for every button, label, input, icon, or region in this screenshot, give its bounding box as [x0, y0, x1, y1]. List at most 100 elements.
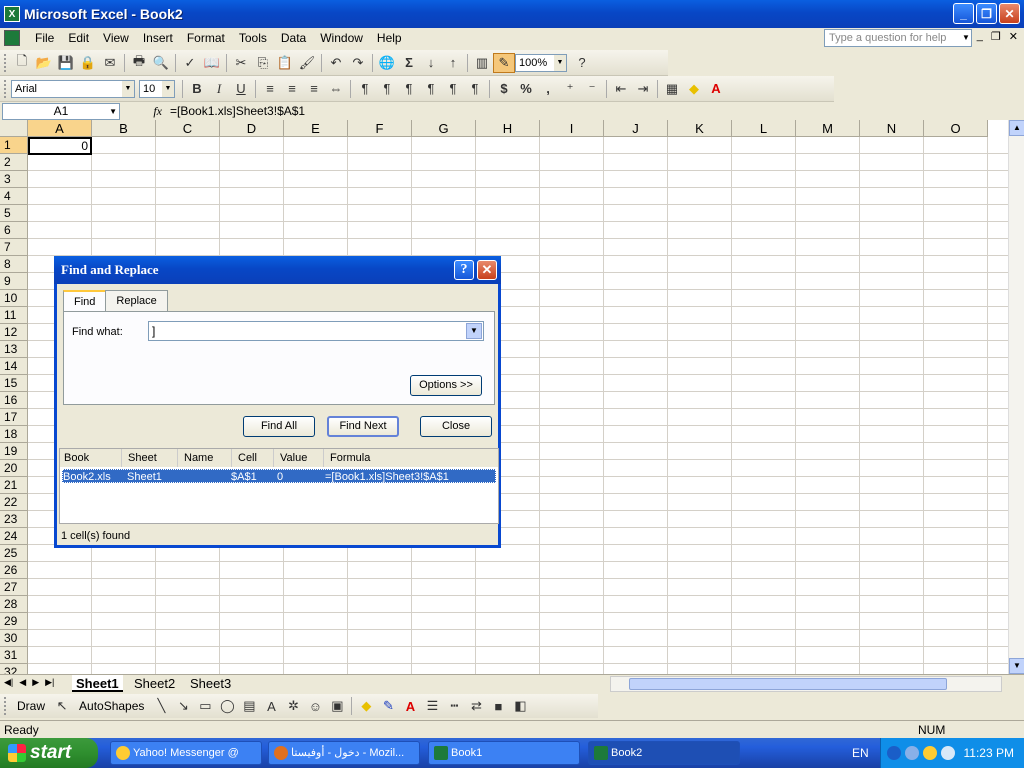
column-header[interactable]: D [220, 120, 284, 137]
workbook-icon[interactable] [4, 30, 20, 46]
italic-button[interactable]: I [208, 79, 230, 99]
menu-edit[interactable]: Edit [61, 31, 96, 45]
increase-decimal-icon[interactable]: ⁺ [559, 79, 581, 99]
borders-icon[interactable]: ▦ [661, 79, 683, 99]
decrease-decimal-icon[interactable]: ⁻ [581, 79, 603, 99]
row-header[interactable]: 22 [0, 494, 28, 511]
shadow-icon[interactable]: ■ [487, 696, 509, 716]
row-header[interactable]: 29 [0, 613, 28, 630]
chart-wizard-icon[interactable]: ▥ [471, 53, 493, 73]
text-box-icon[interactable]: ▤ [238, 696, 260, 716]
col-value[interactable]: Value [276, 449, 324, 467]
row-header[interactable]: 17 [0, 409, 28, 426]
ltr-icon[interactable]: ¶ [354, 79, 376, 99]
email-icon[interactable]: ✉ [99, 53, 121, 73]
horizontal-scroll-thumb[interactable] [629, 678, 947, 690]
column-header[interactable]: L [732, 120, 796, 137]
close-window-button[interactable]: ✕ [999, 3, 1020, 24]
toolbar-grip[interactable] [4, 697, 7, 715]
row-header[interactable]: 20 [0, 460, 28, 477]
format-painter-icon[interactable]: 🖌 [296, 53, 318, 73]
row-header[interactable]: 26 [0, 562, 28, 579]
restore-button[interactable]: ❐ [976, 3, 997, 24]
percent-button[interactable]: % [515, 79, 537, 99]
row-header[interactable]: 10 [0, 290, 28, 307]
row-header[interactable]: 27 [0, 579, 28, 596]
row-header[interactable]: 24 [0, 528, 28, 545]
col-book[interactable]: Book [60, 449, 122, 467]
menu-data[interactable]: Data [274, 31, 313, 45]
toolbar-grip[interactable] [4, 79, 7, 98]
row-header[interactable]: 14 [0, 358, 28, 375]
row-header[interactable]: 3 [0, 171, 28, 188]
menu-window[interactable]: Window [313, 31, 370, 45]
column-header[interactable]: G [412, 120, 476, 137]
column-header[interactable]: A [28, 120, 92, 137]
insert-function-icon[interactable]: fx [120, 104, 170, 119]
bold-button[interactable]: B [186, 79, 208, 99]
row-header[interactable]: 28 [0, 596, 28, 613]
3d-icon[interactable]: ◧ [509, 696, 531, 716]
column-header[interactable]: E [284, 120, 348, 137]
row-header[interactable]: 7 [0, 239, 28, 256]
comma-button[interactable]: , [537, 79, 559, 99]
text-direction-icon[interactable]: ¶ [442, 79, 464, 99]
paste-icon[interactable]: 📋 [274, 53, 296, 73]
draw-menu[interactable]: Draw [11, 699, 51, 713]
tab-find[interactable]: Find [63, 290, 107, 313]
spelling-icon[interactable]: ✓ [179, 53, 201, 73]
row-header[interactable]: 30 [0, 630, 28, 647]
chevron-down-icon[interactable]: ▼ [109, 104, 117, 119]
column-header[interactable]: H [476, 120, 540, 137]
window-title-bar[interactable]: X Microsoft Excel - Book2 _ ❐ ✕ [0, 0, 1024, 28]
row-header[interactable]: 21 [0, 477, 28, 494]
wordart-icon[interactable]: A [260, 696, 282, 716]
column-header[interactable]: M [796, 120, 860, 137]
row-header[interactable]: 11 [0, 307, 28, 324]
dialog-title-bar[interactable]: Find and Replace ? ✕ [54, 256, 501, 284]
results-list[interactable]: Book Sheet Name Cell Value Formula Book2… [59, 448, 499, 524]
oval-icon[interactable]: ◯ [216, 696, 238, 716]
print-icon[interactable]: 🖶 [128, 53, 150, 73]
dialog-help-button[interactable]: ? [454, 260, 474, 280]
column-header[interactable]: J [604, 120, 668, 137]
row-header[interactable]: 18 [0, 426, 28, 443]
sheet-tab-sheet2[interactable]: Sheet2 [130, 675, 179, 692]
formula-input[interactable]: =[Book1.xls]Sheet3!$A$1 [170, 104, 305, 118]
copy-icon[interactable]: ⎘ [252, 53, 274, 73]
row-header[interactable]: 19 [0, 443, 28, 460]
select-all-corner[interactable] [0, 120, 28, 137]
font-color-icon[interactable]: A [399, 696, 421, 716]
col-name[interactable]: Name [180, 449, 232, 467]
new-icon[interactable]: 🗋 [11, 53, 33, 73]
first-sheet-icon[interactable]: ◀| [4, 677, 13, 688]
taskbar-item-yahoo[interactable]: Yahoo! Messenger @ [110, 741, 262, 765]
row-header[interactable]: 2 [0, 154, 28, 171]
tray-arrow-icon[interactable] [887, 746, 901, 760]
prev-sheet-icon[interactable]: ◀ [19, 677, 26, 688]
row-header[interactable]: 23 [0, 511, 28, 528]
font-color-icon[interactable]: A [705, 79, 727, 99]
name-box[interactable]: A1 ▼ [2, 102, 120, 120]
minimize-button[interactable]: _ [953, 3, 974, 24]
cut-icon[interactable]: ✂ [230, 53, 252, 73]
help-dropdown-icon[interactable]: ▼ [960, 29, 972, 47]
start-button[interactable]: start [0, 738, 98, 768]
rtl-icon[interactable]: ¶ [376, 79, 398, 99]
menu-help[interactable]: Help [370, 31, 409, 45]
align-center-icon[interactable]: ≡ [281, 79, 303, 99]
rectangle-icon[interactable]: ▭ [194, 696, 216, 716]
chevron-down-icon[interactable]: ▼ [466, 323, 482, 339]
row-header[interactable]: 4 [0, 188, 28, 205]
row-header[interactable]: 31 [0, 647, 28, 664]
research-icon[interactable]: 📖 [201, 53, 223, 73]
chevron-down-icon[interactable]: ▼ [554, 54, 566, 71]
row-header[interactable]: 9 [0, 273, 28, 290]
font-combo[interactable]: Arial ▼ [11, 79, 135, 98]
taskbar-item-book2[interactable]: Book2 [588, 741, 740, 765]
dash-style-icon[interactable]: ┅ [443, 696, 465, 716]
language-indicator[interactable]: EN [852, 738, 869, 768]
arrow-style-icon[interactable]: ⇄ [465, 696, 487, 716]
cell-a1[interactable]: 0 [28, 137, 92, 155]
excel-app-icon[interactable]: X [4, 6, 20, 22]
